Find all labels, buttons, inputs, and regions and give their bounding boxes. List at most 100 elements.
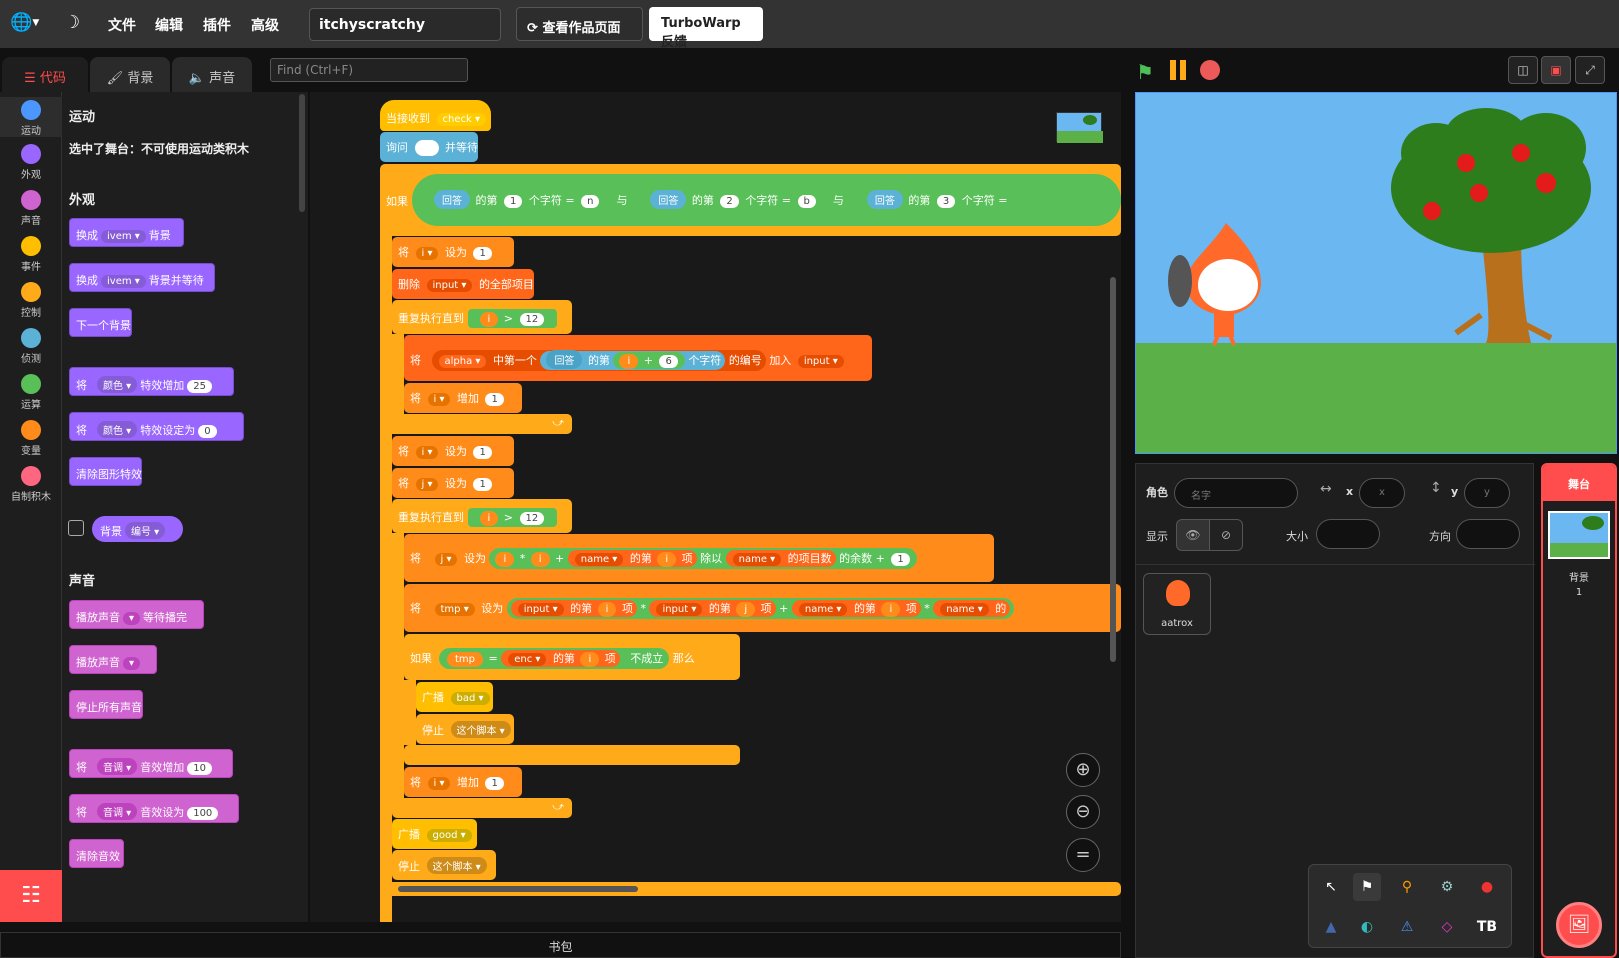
condition-and[interactable]: 回答 的第 1 个字符 = n 与 回答 的第 2 个字符 = b 与 回答 的… [412, 174, 1121, 226]
stage-canvas[interactable] [1135, 92, 1617, 454]
small-stage-button[interactable]: ◫ [1508, 56, 1538, 84]
block-set-effect[interactable]: 将颜色 ▾ 特效设定为 0 [69, 412, 244, 441]
block-change-i[interactable]: 将 i ▾ 增加 1 [404, 383, 522, 413]
sprite-name-input[interactable]: 名字 [1174, 478, 1298, 508]
backpack[interactable]: 书包 [0, 932, 1121, 958]
category-0[interactable]: 运动 [0, 97, 62, 137]
block-switch-backdrop[interactable]: 换成 ivem ▾ 背景 [69, 218, 184, 247]
blk-dropdown[interactable]: 颜色 ▾ [97, 376, 138, 393]
tb-app-icon[interactable]: TB [1473, 913, 1501, 941]
pause-button[interactable] [1168, 60, 1188, 80]
category-3[interactable]: 事件 [0, 236, 62, 273]
hat-when-i-receive[interactable]: 当接收到 check ▾ [380, 100, 491, 131]
blk-dropdown[interactable]: input ▾ [426, 279, 473, 292]
blk-dropdown[interactable]: i ▾ [427, 777, 451, 790]
zoom-out-button[interactable]: ⊖ [1066, 795, 1100, 829]
category-1[interactable]: 外观 [0, 144, 62, 181]
checkbox-backdrop-number[interactable] [68, 520, 84, 536]
blk-input[interactable]: 25 [187, 380, 212, 393]
tab-backdrops[interactable]: 🖌 背景 [90, 57, 170, 92]
block-if-tmp[interactable]: 如果 tmp = enc ▾ 的第 i 项 不成立 那么 [404, 634, 740, 680]
block-repeat-until-2[interactable]: 重复执行直到 i > 12 [392, 499, 572, 533]
blk-dropdown[interactable]: good ▾ [426, 829, 472, 842]
block-repeat-until[interactable]: 重复执行直到 i > 12 [392, 300, 572, 334]
block-set-i[interactable]: 将 i ▾ 设为 1 [392, 237, 514, 267]
block-clear-sound-effects[interactable]: 清除音效 [69, 839, 124, 868]
blk-dropdown[interactable]: 编号 ▾ [125, 522, 166, 539]
blk-dropdown[interactable]: alpha ▾ [438, 355, 487, 368]
block-change-effect[interactable]: 将颜色 ▾ 特效增加 25 [69, 367, 234, 396]
blk-dropdown[interactable]: 音调 ▾ [97, 758, 138, 775]
search-app-icon[interactable]: ⚲ [1393, 873, 1421, 901]
feedback-button[interactable]: TurboWarp 反馈 [649, 7, 763, 50]
block-change-i-2[interactable]: 将 i ▾ 增加 1 [404, 767, 522, 797]
blk-input[interactable]: 10 [187, 762, 212, 775]
block-switch-backdrop-wait[interactable]: 换成 ivem ▾ 背景并等待 [69, 263, 215, 292]
category-5[interactable]: 侦测 [0, 328, 62, 365]
blk-dropdown[interactable]: ▾ [123, 612, 141, 625]
green-flag-button[interactable]: ⚑ [1136, 60, 1154, 84]
blk-input[interactable]: 0 [198, 425, 217, 438]
blk-input[interactable]: 100 [187, 807, 219, 820]
add-backdrop-button[interactable]: 🖼 [1556, 902, 1602, 948]
steam-icon[interactable]: ⚙ [1433, 873, 1461, 901]
see-project-page-button[interactable]: ⟳ 查看作品页面 [516, 7, 643, 41]
workspace-scrollbar-horizontal[interactable] [398, 886, 638, 892]
block-set-sound-effect[interactable]: 将音调 ▾ 音效设为 100 [69, 794, 239, 823]
menu-file[interactable]: 文件 [108, 15, 136, 35]
block-add-to-list[interactable]: 将 alpha ▾ 中第一个 回答 的第 i + 6 个字符 的编号 加入 in… [404, 335, 872, 381]
language-menu[interactable]: 🌐▼ [10, 12, 44, 36]
blk-dropdown[interactable]: ▾ [123, 657, 141, 670]
blk-dropdown[interactable]: 颜色 ▾ [97, 421, 138, 438]
menu-advanced[interactable]: 高级 [251, 15, 279, 35]
blk-dropdown[interactable]: ivem ▾ [101, 275, 146, 288]
blk-dropdown[interactable]: bad ▾ [450, 692, 490, 705]
blk-dropdown[interactable]: i ▾ [415, 446, 439, 459]
zoom-reset-button[interactable]: = [1066, 838, 1100, 872]
blk-dropdown[interactable]: j ▾ [434, 553, 458, 566]
block-broadcast-good[interactable]: 广播 good ▾ [392, 819, 477, 849]
script-workspace[interactable]: 当接收到 check ▾ 询问 并等待 如果 回答 的第 1 个字符 = n 与… [310, 92, 1121, 922]
show-hidden-button[interactable]: ⊘ [1209, 519, 1243, 551]
category-4[interactable]: 控制 [0, 282, 62, 319]
blk-dropdown[interactable]: 这个脚本 ▾ [450, 721, 511, 738]
block-change-sound-effect[interactable]: 将音调 ▾ 音效增加 10 [69, 749, 233, 778]
fullscreen-button[interactable]: ⤢ [1575, 56, 1605, 84]
palette-scrollbar[interactable] [299, 94, 305, 212]
blk-dropdown[interactable]: i ▾ [415, 247, 439, 260]
zoom-in-button[interactable]: ⊕ [1066, 753, 1100, 787]
cursor-app-icon[interactable]: ↖ [1317, 873, 1345, 901]
color-app-icon[interactable]: ● [1473, 873, 1501, 901]
large-stage-button[interactable]: ▣ [1541, 56, 1571, 84]
block-stop-this-script[interactable]: 停止 这个脚本 ▾ [416, 714, 514, 744]
blk-input[interactable] [414, 140, 439, 156]
workspace-scrollbar-vertical[interactable] [1110, 277, 1116, 662]
blk-dropdown[interactable]: 这个脚本 ▾ [426, 857, 487, 874]
add-extension-button[interactable]: ☷ [0, 870, 62, 922]
block-clear-effects[interactable]: 清除图形特效 [69, 457, 142, 486]
block-next-backdrop[interactable]: 下一个背景 [69, 308, 132, 337]
block-ask-and-wait[interactable]: 询问 并等待 [380, 132, 478, 162]
blk-dropdown[interactable]: j ▾ [415, 478, 439, 491]
category-6[interactable]: 运算 [0, 374, 62, 411]
blk-dropdown[interactable]: ivem ▾ [101, 230, 146, 243]
pink-app-icon[interactable]: ◇ [1433, 913, 1461, 941]
menu-edit[interactable]: 编辑 [155, 15, 183, 35]
cat-app-icon[interactable]: ▲ [1317, 913, 1345, 941]
block-start-sound[interactable]: 播放声音 ▾ [69, 645, 157, 674]
blk-dropdown[interactable]: i ▾ [427, 393, 451, 406]
answer-reporter[interactable]: 回答 [434, 190, 470, 209]
block-play-sound-until-done[interactable]: 播放声音 ▾ 等待播完 [69, 600, 204, 629]
reporter-backdrop-number[interactable]: 背景 编号 ▾ [92, 516, 183, 542]
block-set-j-expr[interactable]: 将 j ▾ 设为 i * i + name ▾ 的第 i 项 除以 name ▾… [404, 534, 994, 582]
block-set-tmp[interactable]: 将 tmp ▾ 设为 input ▾ 的第 i 项 * input ▾ 的第 j… [404, 584, 1121, 632]
size-input[interactable] [1316, 519, 1380, 549]
category-8[interactable]: 自制积木 [0, 466, 62, 503]
blk-dropdown[interactable]: 音调 ▾ [97, 803, 138, 820]
find-input[interactable]: Find (Ctrl+F) [270, 58, 468, 82]
category-2[interactable]: 声音 [0, 190, 62, 227]
direction-input[interactable] [1456, 519, 1520, 549]
stop-button[interactable] [1200, 60, 1220, 80]
show-visible-button[interactable]: 👁 [1176, 519, 1210, 551]
shield-warning-icon[interactable]: ⚠ [1393, 913, 1421, 941]
